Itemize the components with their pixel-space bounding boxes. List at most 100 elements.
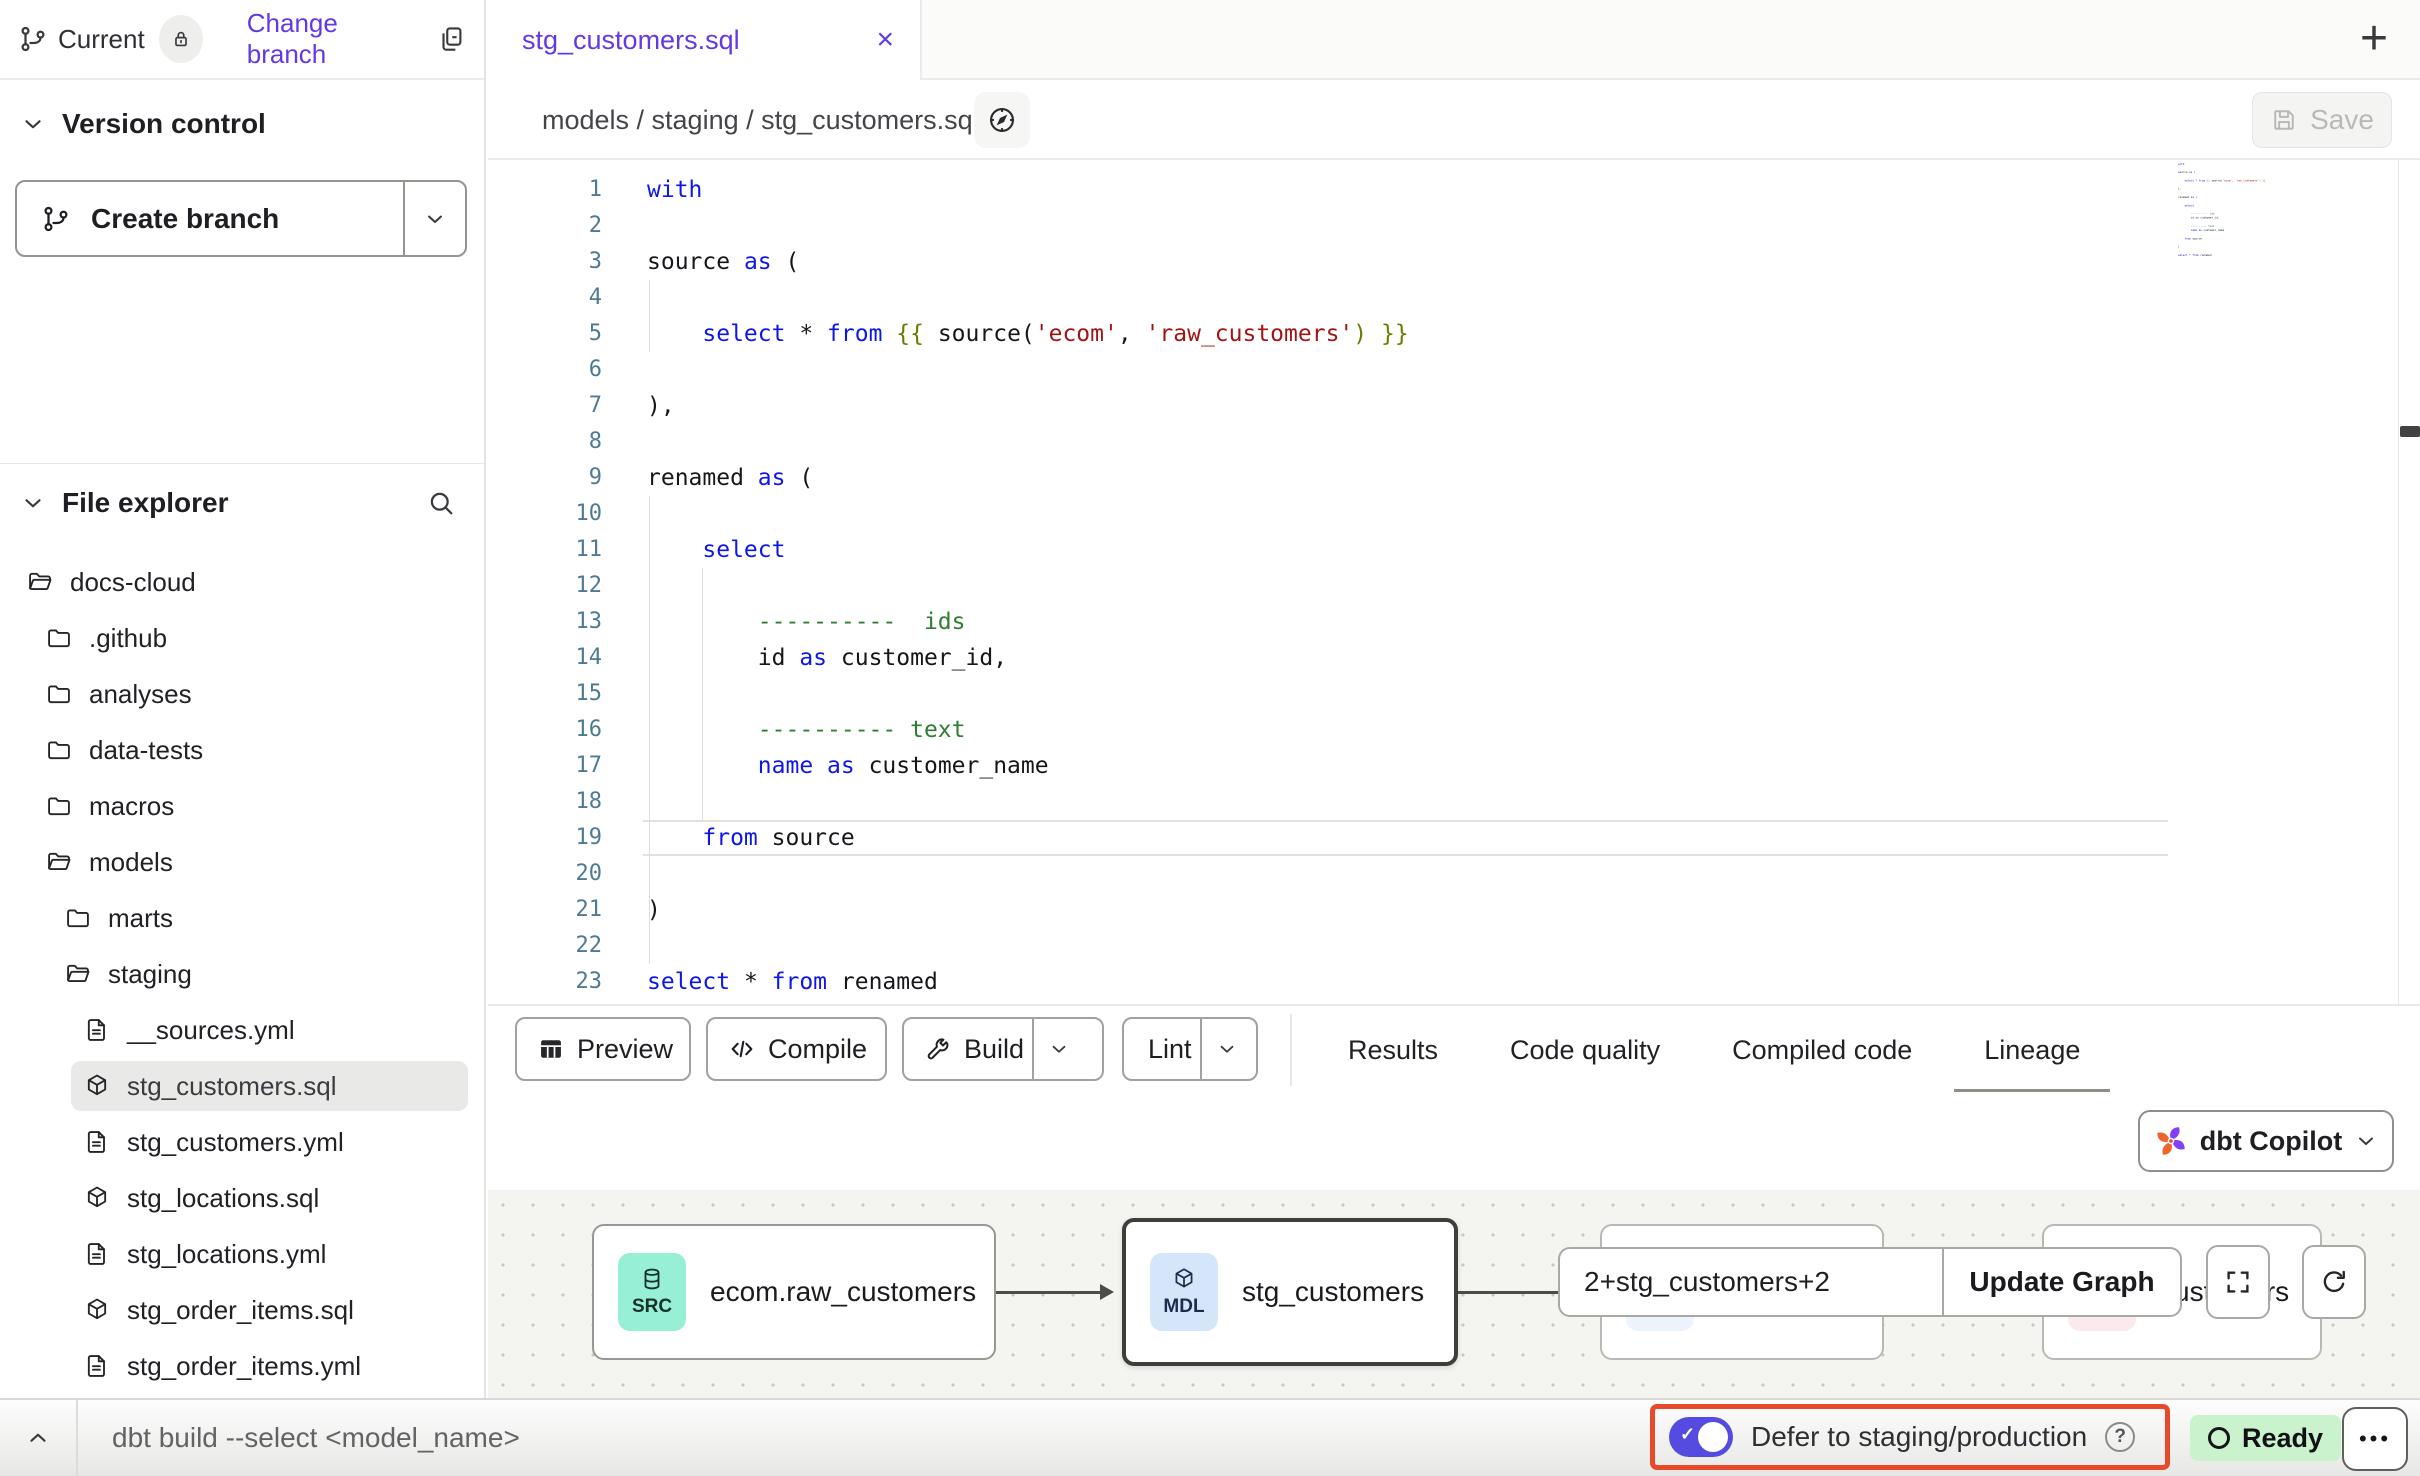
lineage-node-source[interactable]: SRC ecom.raw_customers [592,1224,996,1360]
build-label: Build [956,1034,1032,1065]
lineage-node-stg-customers[interactable]: MDL stg_customers [1122,1218,1458,1366]
file-tree-label: stg_locations.yml [127,1239,326,1270]
compile-button[interactable]: Compile [706,1017,887,1081]
editor-minimap[interactable]: with source as ( select * from {{ source… [2178,162,2398,332]
defer-toggle[interactable]: ✓ [1669,1417,1733,1457]
create-branch-dropdown[interactable] [403,182,465,255]
status-bar: dbt build --select <model_name> ✓ Defer … [0,1398,2420,1476]
copy-icon[interactable] [436,24,466,54]
file-explorer-title: File explorer [62,487,229,519]
file-tree-label: data-tests [89,735,203,766]
minimap-content: with source as ( select * from {{ source… [2178,162,2351,261]
file-tree-item[interactable]: marts [52,893,468,943]
save-icon [2270,106,2298,134]
node-label: stg_customers [1242,1276,1424,1308]
refresh-button[interactable] [2302,1245,2366,1319]
file-tree-item[interactable]: stg_customers.sql [71,1061,468,1111]
create-branch-button[interactable]: Create branch [15,180,467,257]
tab-title: stg_customers.sql [522,25,740,56]
chevron-down-icon [2354,1129,2378,1153]
status-badge: Ready [2190,1415,2341,1461]
file-icon [83,1352,111,1380]
model-badge: MDL [1150,1253,1218,1331]
editor-code: with source as ( select * from {{ source… [647,172,1409,1004]
lineage-edge-arrow [1100,1284,1114,1300]
file-tree-item[interactable]: stg_order_items.yml [71,1341,468,1391]
model-icon [83,1296,111,1324]
tab-lineage[interactable]: Lineage [1984,1006,2080,1094]
more-options-button[interactable]: ••• [2342,1407,2408,1471]
file-tree-item[interactable]: macros [33,781,468,831]
tab-compiled-code[interactable]: Compiled code [1732,1006,1912,1094]
lint-button[interactable]: Lint [1122,1017,1258,1081]
lineage-selector-input[interactable]: 2+stg_customers+2 [1560,1249,1942,1315]
file-tree-label: analyses [89,679,192,710]
chevron-down-icon [1048,1038,1070,1060]
lint-dropdown[interactable] [1200,1019,1252,1079]
status-label: Ready [2242,1423,2323,1454]
file-tree-item[interactable]: data-tests [33,725,468,775]
toggle-knob [1698,1422,1728,1452]
chevron-up-icon [25,1425,51,1451]
code-editor[interactable]: 123456789101112131415161718192021222324 … [488,160,2420,1004]
code-icon [728,1035,756,1063]
lineage-selector-bar: 2+stg_customers+2 Update Graph [1558,1247,2182,1317]
version-control-section-header[interactable]: Version control [20,100,266,148]
new-tab-button[interactable]: + [2346,8,2402,68]
file-tree-item[interactable]: .github [33,613,468,663]
file-tree-item[interactable]: docs-cloud [14,557,468,607]
file-tree-item[interactable]: stg_locations.yml [71,1229,468,1279]
preview-button[interactable]: Preview [515,1017,691,1081]
cube-icon [1171,1266,1197,1292]
collapse-panel-button[interactable] [14,1416,62,1460]
file-tree-item[interactable]: stg_order_items.sql [71,1285,468,1335]
model-icon [83,1184,111,1212]
close-icon[interactable]: × [876,25,894,55]
change-branch-link[interactable]: Change branch [247,8,410,70]
lint-label: Lint [1140,1034,1200,1065]
file-icon [83,1016,111,1044]
tab-stg-customers-sql[interactable]: stg_customers.sql × [488,0,922,80]
lock-icon [170,28,192,50]
fullscreen-icon [2223,1267,2253,1297]
sidebar-divider [0,463,484,464]
search-icon[interactable] [426,488,456,518]
file-tree-item[interactable]: models [33,837,468,887]
tab-bar: stg_customers.sql × + [488,0,2420,80]
chevron-down-icon [20,490,46,516]
folder-icon [64,904,92,932]
save-button[interactable]: Save [2252,92,2392,148]
file-tree-item[interactable]: analyses [33,669,468,719]
fullscreen-button[interactable] [2206,1245,2270,1319]
folder-open-icon [26,568,54,596]
editor-scrollbar-thumb[interactable] [2400,426,2420,437]
file-tree-item[interactable]: __sources.yml [71,1005,468,1055]
command-input[interactable]: dbt build --select <model_name> [112,1400,520,1476]
dbt-cloud-ide: Current Change branch Version control [0,0,2420,1476]
lineage-graph[interactable]: SRC ecom.raw_customers MDL stg_customers [488,1190,2420,1398]
preview-label: Preview [569,1034,681,1065]
file-icon [83,1128,111,1156]
tab-code-quality[interactable]: Code quality [1510,1006,1660,1094]
tab-results[interactable]: Results [1348,1006,1438,1094]
model-health-button[interactable] [974,92,1030,148]
file-explorer-section-header[interactable]: File explorer [20,478,466,528]
build-dropdown[interactable] [1032,1019,1084,1079]
file-tree-item[interactable]: stg_customers.yml [71,1117,468,1167]
folder-icon [45,736,73,764]
build-button[interactable]: Build [902,1017,1104,1081]
current-branch-label: Current [58,24,145,55]
file-tree: docs-cloud .github analyses data-tests macro… [0,557,484,1397]
dbt-copilot-button[interactable]: dbt Copilot [2138,1110,2394,1172]
create-branch-label: Create branch [91,203,279,235]
status-bar-divider [76,1400,78,1476]
help-icon[interactable]: ? [2105,1422,2135,1452]
database-icon [639,1266,665,1292]
file-tree-item[interactable]: staging [52,949,468,999]
file-tree-label: stg_order_items.yml [127,1351,361,1382]
file-tree-label: marts [108,903,173,934]
file-tree-item[interactable]: stg_locations.sql [71,1173,468,1223]
status-circle-icon [2208,1427,2230,1449]
update-graph-button[interactable]: Update Graph [1942,1249,2180,1315]
folder-icon [45,792,73,820]
